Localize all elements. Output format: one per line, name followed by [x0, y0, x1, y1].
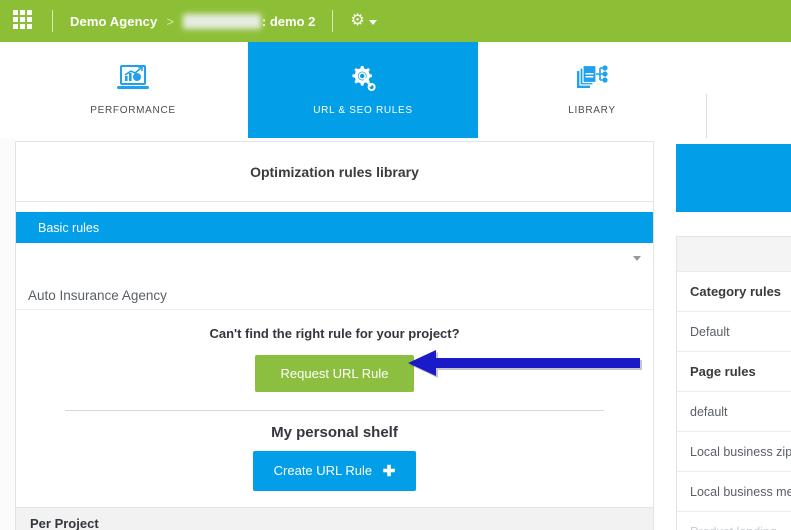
- right-item-product-landing[interactable]: Product landing: [677, 512, 791, 530]
- cta-divider: [65, 410, 604, 411]
- right-group-page-rules: Page rules: [677, 352, 791, 392]
- right-item-local-business-metro[interactable]: Local business metro: [677, 472, 791, 512]
- right-item-local-business-zip-label: Local business zip co: [690, 444, 791, 459]
- tab-bl-truncated[interactable]: BL: [706, 42, 791, 138]
- group-header-per-project: Per Project: [16, 507, 653, 530]
- create-url-rule-button[interactable]: Create URL Rule ✚: [252, 451, 417, 491]
- cta-bottom-pad: [16, 491, 653, 507]
- tab-performance-label: PERFORMANCE: [90, 105, 176, 116]
- settings-menu-button[interactable]: ⚙: [350, 12, 377, 29]
- right-group-category-rules: Category rules: [677, 272, 791, 312]
- rule-select-dropdown[interactable]: Auto Insurance Agency: [16, 243, 653, 310]
- right-item-default-page-label: default: [690, 404, 728, 419]
- section-basic-rules-label: Basic rules: [38, 220, 100, 235]
- cta-question-text: Can't find the right rule for your proje…: [209, 326, 460, 341]
- top-navigation-bar: Demo Agency > : demo 2 ⚙: [0, 0, 791, 42]
- personal-shelf-title: My personal shelf: [271, 424, 398, 441]
- right-group-page-rules-label: Page rules: [690, 364, 756, 379]
- card-title: Optimization rules library: [16, 142, 653, 202]
- optimization-rules-card: Optimization rules library Basic rules A…: [15, 141, 654, 530]
- breadcrumb-agency[interactable]: Demo Agency: [70, 14, 157, 29]
- request-url-rule-button[interactable]: Request URL Rule: [254, 355, 415, 392]
- app-root: Demo Agency > : demo 2 ⚙ PERFORMANCE URL…: [0, 0, 791, 530]
- right-rules-panel: Category rules Default Page rules defaul…: [676, 236, 791, 530]
- group-header-per-project-label: Per Project: [30, 516, 99, 530]
- right-item-local-business-zip[interactable]: Local business zip co: [677, 432, 791, 472]
- grid-apps-icon[interactable]: [13, 10, 35, 32]
- right-item-local-business-metro-label: Local business metro: [690, 484, 791, 499]
- tab-library[interactable]: LIBRARY: [478, 42, 706, 138]
- request-rule-cta: Can't find the right rule for your proje…: [16, 310, 653, 507]
- performance-chart-icon: [116, 64, 150, 94]
- gear-icon: ⚙: [350, 12, 365, 29]
- tab-url-seo-rules-label: URL & SEO RULES: [313, 105, 413, 116]
- section-basic-rules-header[interactable]: Basic rules: [16, 212, 653, 243]
- topbar-divider-1: [52, 10, 53, 32]
- rule-select-value: Auto Insurance Agency: [28, 288, 167, 303]
- breadcrumb-chevron-icon: >: [166, 13, 174, 29]
- breadcrumb-project-redacted: [182, 13, 261, 29]
- plus-icon: ✚: [382, 463, 396, 480]
- chevron-down-icon: [633, 256, 641, 261]
- main-tab-strip: PERFORMANCE URL & SEO RULES LIBRARY: [0, 42, 791, 138]
- right-panel-header-blank: [677, 237, 791, 272]
- right-item-product-landing-label: Product landing: [690, 525, 777, 530]
- tab-library-label: LIBRARY: [568, 105, 616, 116]
- right-item-default-page[interactable]: default: [677, 392, 791, 432]
- right-panel-blue-block: [676, 144, 791, 212]
- card-spacer: [16, 202, 653, 212]
- tab-performance[interactable]: PERFORMANCE: [18, 42, 248, 138]
- right-group-category-rules-label: Category rules: [690, 284, 782, 299]
- gear-search-icon: [347, 64, 379, 94]
- chevron-down-icon: [368, 20, 377, 25]
- library-documents-icon: [575, 64, 609, 94]
- right-item-default-category[interactable]: Default: [677, 312, 791, 352]
- topbar-divider-2: [332, 10, 334, 32]
- right-item-default-category-label: Default: [690, 324, 730, 339]
- create-url-rule-label: Create URL Rule: [273, 463, 373, 478]
- tab-url-seo-rules[interactable]: URL & SEO RULES: [248, 42, 478, 138]
- breadcrumb-project-suffix[interactable]: : demo 2: [262, 14, 315, 29]
